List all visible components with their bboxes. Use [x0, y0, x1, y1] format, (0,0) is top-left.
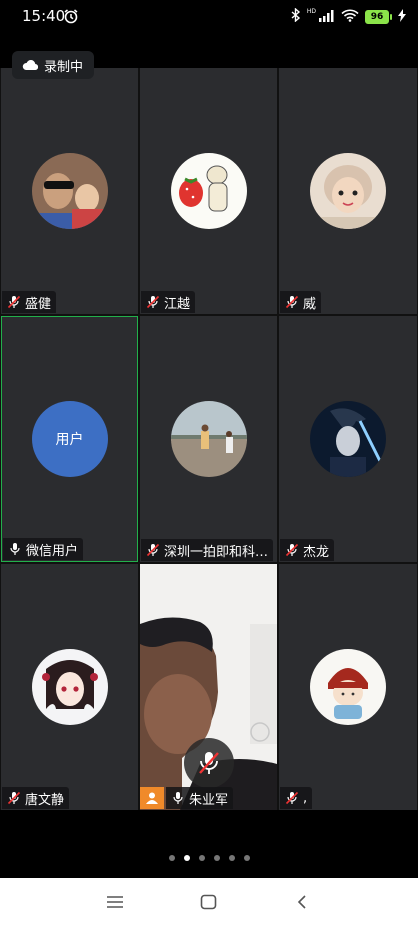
mic-muted-icon	[285, 543, 299, 557]
recording-label: 录制中	[44, 59, 84, 75]
avatar	[170, 153, 247, 229]
avatar	[31, 153, 108, 229]
mic-muted-icon	[146, 295, 160, 309]
participant-name: 唐文静	[25, 792, 65, 808]
mic-icon	[173, 792, 183, 804]
signal-icon	[319, 7, 335, 26]
page-dot[interactable]	[198, 855, 205, 861]
participant-name: 杰龙	[303, 544, 330, 560]
recording-indicator[interactable]: 录制中	[12, 51, 94, 79]
mic-muted-icon	[285, 295, 299, 309]
name-tag: 江越	[141, 291, 196, 313]
avatar	[170, 401, 247, 477]
name-tag: 威	[280, 291, 322, 313]
back-icon[interactable]	[296, 894, 308, 914]
participant-tile[interactable]: 威	[279, 68, 417, 314]
name-tag: ,	[280, 787, 313, 809]
mic-muted-icon[interactable]	[184, 738, 234, 788]
name-tag: 盛健	[2, 291, 57, 313]
battery-level: 96	[365, 9, 389, 24]
participant-tile[interactable]: 江越	[140, 68, 277, 314]
mic-icon	[10, 543, 20, 555]
participant-name: 微信用户	[26, 543, 79, 559]
name-tag: 深圳一拍即和科…	[141, 539, 274, 561]
system-nav-bar	[0, 878, 418, 929]
avatar	[31, 649, 108, 725]
participant-tile[interactable]: 杰龙	[279, 316, 417, 562]
name-tag: 杰龙	[280, 539, 335, 561]
page-dot-active[interactable]	[183, 855, 190, 861]
participant-name: 江越	[164, 296, 191, 312]
page-dot[interactable]	[243, 855, 250, 861]
name-tag: 微信用户	[3, 538, 84, 560]
mic-muted-icon	[7, 791, 21, 805]
battery-icon: 96	[365, 9, 392, 24]
page-dot[interactable]	[228, 855, 235, 861]
mic-muted-icon	[285, 791, 299, 805]
hd-icon: HD	[306, 8, 316, 15]
participant-tile-active[interactable]: 用户 微信用户	[1, 316, 138, 562]
bluetooth-icon	[291, 7, 301, 26]
name-tag: 唐文静	[2, 787, 70, 809]
page-dot[interactable]	[213, 855, 220, 861]
participant-name: 朱业军	[189, 792, 229, 808]
page-indicator[interactable]	[0, 855, 418, 861]
cloud-icon	[22, 56, 39, 75]
avatar	[310, 153, 386, 229]
participant-video-tile[interactable]: 朱业军	[140, 564, 277, 810]
participant-name: 深圳一拍即和科…	[164, 544, 269, 560]
avatar	[310, 649, 386, 725]
status-bar: 15:40 HD 96	[0, 0, 418, 34]
participant-grid: 盛健 江越 威 用户 微信用户 深圳一拍即和科… 杰龙 唐文静 朱业军 ,	[0, 68, 418, 810]
participant-tile[interactable]: 盛健	[1, 68, 138, 314]
mic-muted-icon	[7, 295, 21, 309]
avatar	[310, 401, 386, 477]
menu-icon[interactable]	[106, 894, 124, 914]
alarm-icon	[63, 8, 79, 28]
participant-name: 盛健	[25, 296, 52, 312]
home-icon[interactable]	[200, 894, 217, 914]
person-icon	[140, 787, 164, 809]
wifi-icon	[341, 7, 359, 26]
participant-tile[interactable]: 深圳一拍即和科…	[140, 316, 277, 562]
status-time: 15:40	[22, 7, 66, 25]
participant-name: 威	[303, 296, 317, 312]
status-icons: HD 96	[291, 7, 406, 26]
participant-tile[interactable]: 唐文静	[1, 564, 138, 810]
avatar-initials: 用户	[31, 401, 108, 477]
participant-tile[interactable]: ,	[279, 564, 417, 810]
charging-icon	[398, 7, 406, 26]
page-dot[interactable]	[168, 855, 175, 861]
participant-name: ,	[303, 790, 308, 806]
mic-muted-icon	[146, 543, 160, 557]
name-tag: 朱业军	[166, 787, 234, 809]
